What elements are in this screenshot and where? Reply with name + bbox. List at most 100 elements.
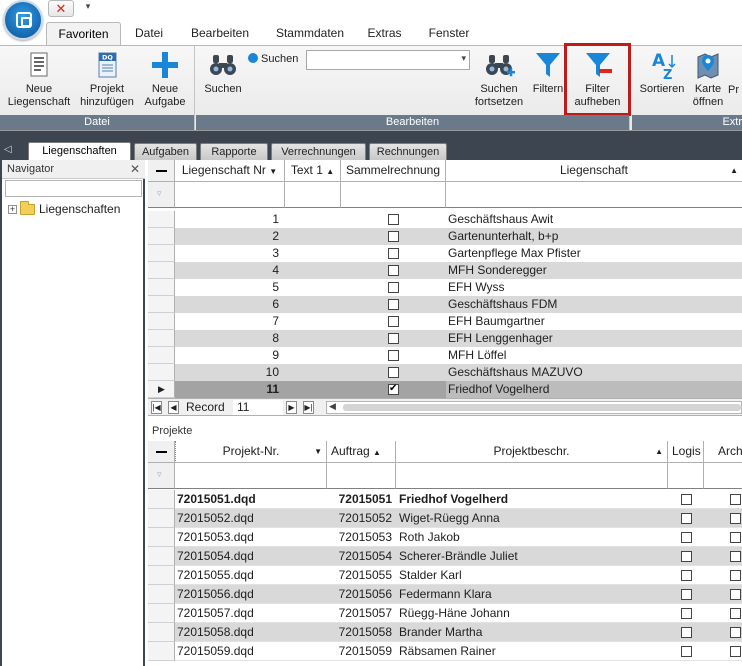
table-row[interactable]: 2 Gartenunterhalt, b+p: [175, 228, 742, 245]
sortieren-button[interactable]: A Z Sortieren: [636, 49, 688, 96]
checkbox[interactable]: [730, 494, 741, 506]
tab-rapporte[interactable]: Rapporte: [200, 143, 268, 160]
row-selector[interactable]: [148, 509, 175, 528]
table-row[interactable]: 72015059.dqd 72015059 Räbsamen Rainer: [175, 642, 742, 661]
checkbox[interactable]: [730, 551, 741, 563]
row-selector[interactable]: ▶: [148, 381, 175, 398]
checkbox[interactable]: [680, 551, 692, 563]
row-selector[interactable]: [148, 313, 175, 330]
checkbox[interactable]: [730, 532, 741, 544]
tab-fenster[interactable]: Fenster: [423, 22, 475, 45]
tab-aufgaben[interactable]: Aufgaben: [134, 143, 197, 160]
column-header-projektbeschr[interactable]: Projektbeschr. ▲: [396, 441, 668, 463]
table-row[interactable]: 7 EFH Baumgartner: [175, 313, 742, 330]
row-selector[interactable]: [148, 604, 175, 623]
checkbox[interactable]: [730, 513, 741, 525]
filter-sammelrechnung[interactable]: [341, 182, 446, 208]
projekt-hinzufuegen-button[interactable]: DQ Projekt hinzufügen: [76, 49, 138, 109]
checkbox[interactable]: [388, 265, 399, 277]
filter-arch[interactable]: [704, 463, 742, 489]
row-selector[interactable]: [148, 262, 175, 279]
column-header-text1[interactable]: Text 1 ▲: [285, 160, 341, 182]
suchen-combo[interactable]: ▾: [306, 50, 470, 70]
checkbox[interactable]: [388, 382, 399, 396]
column-header-arch[interactable]: Arch: [704, 441, 742, 463]
column-header-auftrag[interactable]: Auftrag ▲: [327, 441, 396, 463]
table-row[interactable]: 11 Friedhof Vogelherd: [175, 381, 742, 398]
chevron-down-icon[interactable]: ▾: [461, 53, 466, 64]
grid-header-corner[interactable]: [148, 160, 175, 182]
tab-verrechnungen[interactable]: Verrechnungen: [271, 143, 366, 160]
chevron-left-icon[interactable]: ◁: [4, 143, 14, 157]
checkbox[interactable]: [680, 570, 692, 582]
row-selector[interactable]: [148, 623, 175, 642]
checkbox[interactable]: [680, 513, 692, 525]
next-record-icon[interactable]: ▶: [286, 401, 297, 414]
row-selector[interactable]: [148, 211, 175, 228]
filter-projektbeschr[interactable]: [396, 463, 668, 489]
more-button[interactable]: Pr: [728, 84, 742, 97]
tree-node-liegenschaften[interactable]: + Liegenschaften: [8, 201, 120, 217]
record-number-input[interactable]: 11: [233, 400, 283, 415]
previous-record-icon[interactable]: ◀: [168, 401, 179, 414]
quick-access-dropdown-icon[interactable]: ▾: [81, 0, 95, 14]
row-selector[interactable]: [148, 330, 175, 347]
checkbox[interactable]: [388, 214, 399, 226]
checkbox[interactable]: [730, 627, 741, 639]
table-row[interactable]: 9 MFH Löffel: [175, 347, 742, 364]
filter-text1[interactable]: [285, 182, 341, 208]
table-row[interactable]: 72015057.dqd 72015057 Rüegg-Häne Johann: [175, 604, 742, 623]
column-header-sammelrechnung[interactable]: Sammelrechnung: [341, 160, 446, 182]
table-row[interactable]: 72015052.dqd 72015052 Wiget-Rüegg Anna: [175, 509, 742, 528]
column-header-liegenschaft[interactable]: Liegenschaft ▲: [446, 160, 742, 182]
filter-projekt-nr[interactable]: [175, 463, 327, 489]
navigator-search-input[interactable]: [5, 180, 142, 197]
tab-favoriten[interactable]: Favoriten: [46, 22, 121, 46]
scrollbar-thumb[interactable]: [343, 404, 741, 411]
table-row[interactable]: 72015051.dqd 72015051 Friedhof Vogelherd: [175, 490, 742, 509]
checkbox[interactable]: [680, 494, 692, 506]
checkbox[interactable]: [730, 646, 741, 658]
neue-liegenschaft-button[interactable]: Neue Liegenschaft: [6, 49, 72, 109]
table-row[interactable]: 1 Geschäftshaus Awit: [175, 211, 742, 228]
checkbox[interactable]: [680, 646, 692, 658]
checkbox[interactable]: [388, 367, 399, 379]
checkbox[interactable]: [388, 316, 399, 328]
row-selector[interactable]: [148, 528, 175, 547]
tab-bearbeiten[interactable]: Bearbeiten: [185, 22, 255, 45]
tab-extras[interactable]: Extras: [362, 22, 407, 45]
table-row[interactable]: 5 EFH Wyss: [175, 279, 742, 296]
column-header-logis[interactable]: Logis: [668, 441, 704, 463]
table-row[interactable]: 8 EFH Lenggenhager: [175, 330, 742, 347]
tab-liegenschaften[interactable]: Liegenschaften: [28, 142, 131, 160]
first-record-icon[interactable]: |◀: [151, 401, 162, 414]
filter-liegenschaft-nr[interactable]: [175, 182, 285, 208]
neue-aufgabe-button[interactable]: Neue Aufgabe: [140, 49, 190, 109]
row-selector[interactable]: [148, 566, 175, 585]
column-header-projekt-nr[interactable]: Projekt-Nr. ▼: [175, 441, 327, 463]
checkbox[interactable]: [388, 282, 399, 294]
checkbox[interactable]: [730, 589, 741, 601]
checkbox[interactable]: [680, 608, 692, 620]
checkbox[interactable]: [730, 570, 741, 582]
checkbox[interactable]: [388, 248, 399, 260]
filtern-button[interactable]: Filtern: [530, 49, 566, 96]
row-selector[interactable]: [148, 490, 175, 509]
column-header-liegenschaft-nr[interactable]: Liegenschaft Nr ▼: [175, 160, 285, 182]
filter-aufheben-button[interactable]: Filter aufheben: [564, 43, 631, 116]
row-selector[interactable]: [148, 642, 175, 661]
row-selector[interactable]: [148, 585, 175, 604]
checkbox[interactable]: [388, 350, 399, 362]
close-icon[interactable]: ✕: [130, 160, 140, 178]
row-selector[interactable]: [148, 547, 175, 566]
filter-liegenschaft[interactable]: [446, 182, 742, 208]
row-selector[interactable]: [148, 245, 175, 262]
application-menu-button[interactable]: [3, 0, 43, 40]
table-row[interactable]: 6 Geschäftshaus FDM: [175, 296, 742, 313]
expand-icon[interactable]: +: [8, 205, 17, 215]
suchen-button[interactable]: Suchen: [200, 49, 246, 96]
checkbox[interactable]: [730, 608, 741, 620]
tab-stammdaten[interactable]: Stammdaten: [270, 22, 350, 45]
table-row[interactable]: 3 Gartenpflege Max Pfister: [175, 245, 742, 262]
table-row[interactable]: 72015053.dqd 72015053 Roth Jakob: [175, 528, 742, 547]
